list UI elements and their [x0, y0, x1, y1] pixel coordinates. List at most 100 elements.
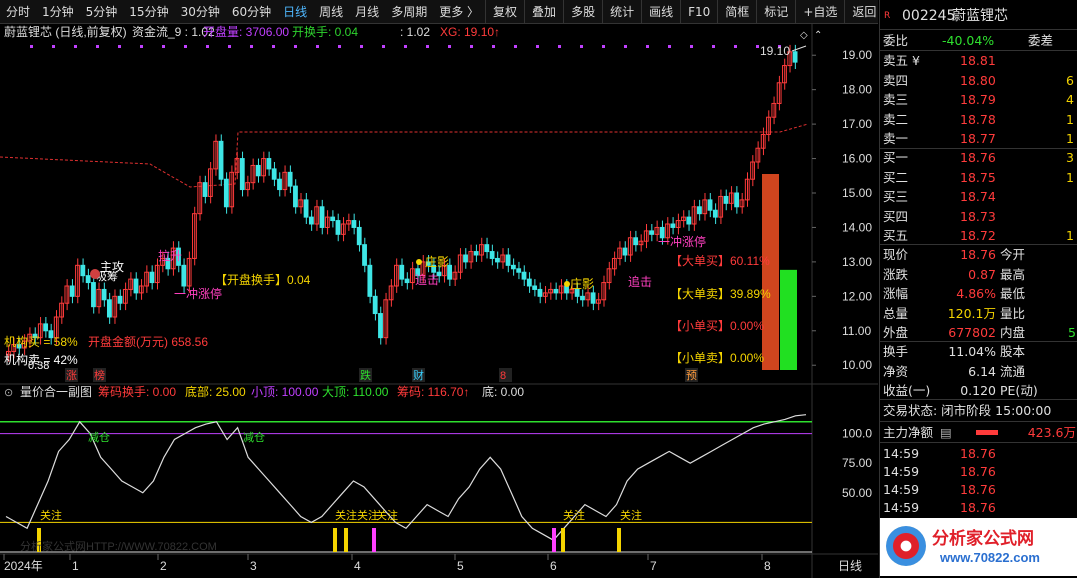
bid-label-2: 买三 — [883, 189, 909, 204]
period-tab-8[interactable]: 月线 — [349, 0, 385, 24]
period-tab-9[interactable]: 多周期 — [385, 0, 433, 24]
quote-name: 蔚蓝锂芯 — [952, 8, 1008, 24]
toolbar-action-4[interactable]: 画线 — [641, 0, 680, 24]
stat-extra: 5 — [1068, 325, 1076, 340]
x-label-0: 2024年 — [4, 559, 43, 573]
candle-148 — [792, 51, 798, 63]
bid-vol-4: 1 — [1066, 228, 1074, 243]
signal-dot — [404, 45, 407, 48]
sub-bottom: 底部: 25.00 — [185, 384, 246, 399]
annot-value-038: 0.38 — [28, 360, 49, 372]
signal-dot — [162, 45, 165, 48]
x-label-8: 8 — [764, 559, 771, 573]
sub-note-3: 关注关注 — [335, 508, 379, 522]
period-tab-5[interactable]: 60分钟 — [226, 0, 277, 24]
toolbar-action-8[interactable]: +自选 — [795, 0, 844, 24]
candle-133 — [712, 209, 718, 218]
bid-vol-1: 1 — [1066, 169, 1074, 185]
candle-51 — [277, 178, 282, 191]
sub-small-top: 小顶: 100.00 — [251, 385, 319, 399]
tick-time-3: 14:59 — [883, 500, 920, 515]
period-tab-1[interactable]: 1分钟 — [36, 0, 80, 24]
ask-label-2: 卖三 — [883, 92, 909, 107]
period-tab-2[interactable]: 5分钟 — [80, 0, 124, 24]
weibi-value: -40.04% — [942, 33, 995, 48]
candle-105 — [564, 285, 569, 294]
big-buy-text: 【大单买】60.11% — [670, 254, 770, 268]
chart-area[interactable]: 蔚蓝锂芯 (日线,前复权) 资金流_9 : 1.02 开盘量: 3706.00 开换手… — [0, 24, 878, 578]
candle-130 — [697, 206, 702, 215]
period-tab-7[interactable]: 周线 — [313, 0, 349, 24]
bid-price-0: 18.76 — [960, 150, 996, 165]
bottom-tag-0: 涨 — [66, 369, 77, 382]
candle-37 — [202, 182, 208, 197]
ask-row-2: 卖三 18.79 4 — [880, 90, 1077, 109]
price-label-6: 13.00 — [842, 255, 872, 269]
price-label-3: 16.00 — [842, 152, 872, 166]
toolbar-action-5[interactable]: F10 — [680, 0, 717, 24]
toolbar-action-7[interactable]: 标记 — [756, 0, 795, 24]
toolbar-action-3[interactable]: 统计 — [602, 0, 641, 24]
period-toolbar: 分时 1分钟 5分钟 15分钟 30分钟 60分钟 日线 周线 月线 多周期 更多 〉复权 叠加 多股统… — [0, 0, 878, 24]
tick-time-0: 14:59 — [883, 446, 920, 461]
candle-44 — [239, 158, 245, 191]
candle-59 — [319, 206, 325, 228]
candle-110 — [590, 292, 596, 304]
period-tab-4[interactable]: 30分钟 — [175, 0, 226, 24]
main-net-icon: ▤ — [940, 425, 952, 440]
ask-vol-2: 4 — [1066, 92, 1074, 107]
candle-74 — [399, 264, 405, 280]
stat-right-2: 最低 — [1000, 286, 1026, 301]
signal-dot — [756, 45, 759, 48]
kline-chart[interactable]: 蔚蓝锂芯 (日线,前复权) 资金流_9 : 1.02开盘量: 3706.00 开换手… — [0, 24, 878, 578]
candle-19 — [106, 299, 112, 318]
stat2-right-1: 流通 — [1000, 363, 1026, 379]
trade-status: 交易状态: 闭市阶段 15:00:00 — [880, 401, 1077, 420]
toolbar-action-1[interactable]: 叠加 — [524, 0, 563, 24]
candle-67 — [362, 244, 367, 266]
signal-dot — [448, 45, 451, 48]
sub-y-label-0: 100.0 — [842, 427, 872, 441]
bottom-tag-5: 预 — [686, 369, 697, 382]
signal-dot — [426, 45, 429, 48]
candle-116 — [622, 247, 628, 256]
divider — [880, 29, 1077, 30]
signal-dot — [52, 45, 55, 48]
period-tab-0[interactable]: 分时 — [0, 0, 36, 24]
tick-price-1: 18.76 — [960, 464, 996, 479]
main-net-bar — [976, 430, 998, 435]
bid-label-1: 买二 — [883, 169, 909, 185]
ask-label-0: 卖五 ¥ — [883, 53, 920, 68]
big-buy-bar — [762, 174, 779, 370]
site-logo: 分析家公式网 www.70822.com — [880, 518, 1077, 576]
candle-95 — [510, 264, 516, 270]
candle-27 — [149, 271, 155, 284]
stat-row-3: 总量 120.1万 量比 — [880, 304, 1077, 323]
signal-dot — [30, 45, 33, 48]
toolbar-action-0[interactable]: 复权 — [485, 0, 524, 24]
sub-signal-bar-4 — [552, 528, 556, 552]
watermark: 分析家公式网HTTP://WWW.70822.COM — [20, 539, 217, 553]
candle-66 — [356, 226, 362, 246]
diamond-icon: ◇ — [800, 30, 808, 41]
price-label-2: 17.00 — [842, 117, 872, 131]
toolbar-action-2[interactable]: 多股 — [563, 0, 602, 24]
signal-dot — [338, 45, 341, 48]
period-tab-3[interactable]: 15分钟 — [123, 0, 174, 24]
candle-99 — [532, 285, 538, 290]
toolbar-action-6[interactable]: 简框 — [717, 0, 756, 24]
period-tab-6[interactable]: 日线 — [277, 0, 313, 24]
quote-panel: R 002245 蔚蓝锂芯 委比 -40.04% 委差 卖五 ¥18.81 卖四 18.80 6 卖… — [879, 0, 1077, 578]
stat2-label-0: 换手 — [883, 344, 909, 359]
price-label-9: 10.00 — [842, 358, 872, 372]
period-tab-10[interactable]: 更多 〉 — [433, 0, 485, 24]
sub-signal-bar-3 — [372, 528, 376, 552]
x-label-1: 1 — [72, 559, 79, 573]
signal-dot — [558, 45, 561, 48]
trade-status-text: 交易状态: 闭市阶段 15:00:00 — [883, 403, 1052, 418]
tick-row-2: 14:59 18.76 — [880, 480, 1077, 499]
toolbar-action-9[interactable]: 返回 — [844, 0, 883, 24]
weibi-row: 委比 -40.04% 委差 — [880, 31, 1077, 50]
candle-100 — [537, 288, 543, 297]
candle-121 — [649, 230, 654, 235]
